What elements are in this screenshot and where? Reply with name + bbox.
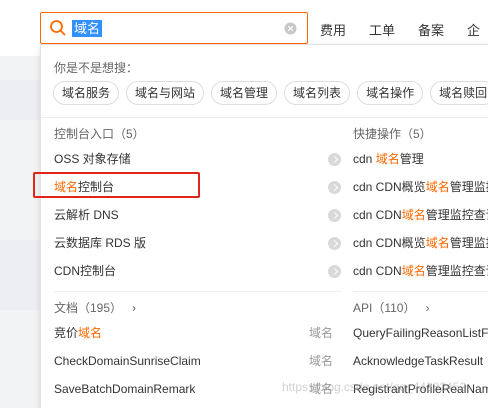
doc-item[interactable]: 竞价域名 域名 [54,319,341,347]
quick-section-title: 快捷操作（5） [353,127,432,141]
suggest-chip[interactable]: 域名与网站 [126,81,205,105]
quick-item[interactable]: cdn 域名管理 [353,145,488,173]
chevron-right-icon [328,181,341,194]
chevron-right-icon: › [132,301,137,315]
doc-tag: 域名 [308,326,333,340]
divider [353,291,488,292]
right-column: 快捷操作（5） cdn 域名管理 cdn CDN概览域名管理监控查询 cdn C… [353,123,488,403]
suggest-chip[interactable]: 域名操作 [357,81,424,105]
docs-section-title[interactable]: 文档（195） › [54,297,341,319]
background-block [0,80,40,120]
divider [54,291,341,292]
divider [41,117,488,118]
top-nav: 费用 工单 备案 企 [320,20,488,38]
api-item[interactable]: QueryFailingReasonListForFailing [353,319,488,347]
suggest-title: 你是不是想搜： [54,61,139,75]
background-block [0,240,40,310]
quick-item[interactable]: cdn CDN概览域名管理监控查询 [353,229,488,257]
console-item[interactable]: CDN控制台 [54,257,341,285]
left-column: 控制台入口（5） OSS 对象存储 域名控制台 云解析 DNS 云数据库 RDS… [54,123,341,403]
console-section-title: 控制台入口（5） [54,127,145,141]
quick-item[interactable]: cdn CDN概览域名管理监控查询 [353,173,488,201]
doc-item[interactable]: CheckDomainSunriseClaim 域名 [54,347,341,375]
suggest-chip[interactable]: 域名赎回 [430,81,488,105]
quick-item[interactable]: cdn CDN域名管理监控查询 [353,201,488,229]
api-section-title[interactable]: API（110） › [353,297,488,319]
search-input[interactable] [71,18,291,38]
chevron-right-icon [328,209,341,222]
search-icon [50,20,66,36]
search-dropdown: 你是不是想搜： 域名服务 域名与网站 域名管理 域名列表 域名操作 域名赎回 控… [40,44,488,408]
console-item[interactable]: 云数据库 RDS 版 [54,229,341,257]
doc-tag: 域名 [308,354,333,368]
console-item[interactable]: 云解析 DNS [54,201,341,229]
nav-item-enterprise[interactable]: 企 [467,20,480,38]
suggest-chip[interactable]: 域名列表 [284,81,351,105]
quick-item[interactable]: cdn CDN域名管理监控查询 [353,257,488,285]
console-item[interactable]: OSS 对象存储 [54,145,341,173]
chevron-right-icon: › [425,301,430,315]
clear-icon[interactable] [284,22,297,35]
nav-item-tickets[interactable]: 工单 [369,20,395,38]
watermark: https://blog.csdn.net/qq_44382452 [282,380,467,394]
api-item[interactable]: AcknowledgeTaskResult [353,347,488,375]
suggest-chip[interactable]: 域名管理 [211,81,278,105]
suggest-chip[interactable]: 域名服务 [53,81,120,105]
search-box[interactable]: 域名 [40,12,308,44]
suggest-chips: 域名服务 域名与网站 域名管理 域名列表 域名操作 域名赎回 [53,81,488,105]
nav-item-fees[interactable]: 费用 [320,20,346,38]
highlight-annotation-box [33,172,200,198]
chevron-right-icon [328,153,341,166]
chevron-right-icon [328,265,341,278]
nav-item-icp[interactable]: 备案 [418,20,444,38]
chevron-right-icon [328,237,341,250]
